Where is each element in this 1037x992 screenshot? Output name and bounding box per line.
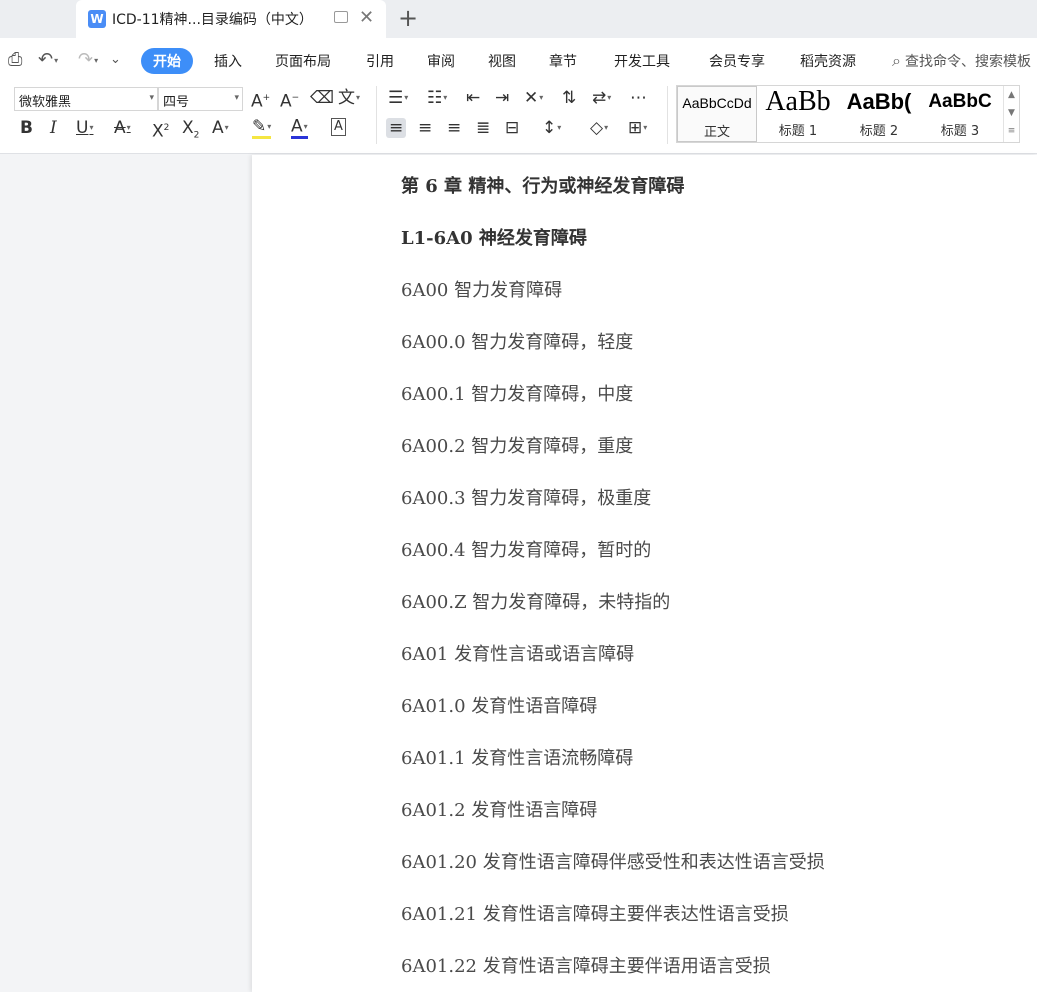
menu-developer[interactable]: 开发工具 — [614, 51, 670, 71]
strikethrough-icon[interactable]: A▾ — [114, 118, 131, 138]
shading-icon[interactable]: ◇▾ — [590, 118, 608, 138]
ruler-icon[interactable]: ⋯ — [630, 88, 647, 108]
menu-page-layout[interactable]: 页面布局 — [275, 51, 331, 71]
doc-line[interactable]: 6A01.20 发育性语言障碍伴感受性和表达性语言受损 — [401, 848, 825, 874]
writer-doc-icon: W — [88, 10, 106, 28]
style-name: 正文 — [703, 125, 730, 140]
font-name-select[interactable]: 微软雅黑 ▾ — [14, 87, 158, 111]
style-gallery: AaBbCcDd 正文 AaBb 标题 1 AaBb( 标题 2 AaBbC 标… — [676, 85, 1020, 143]
chevron-up-icon[interactable]: ▲ — [1004, 86, 1019, 104]
print-preview-icon[interactable]: ⎙ — [8, 49, 22, 70]
menu-docer[interactable]: 稻壳资源 — [800, 51, 856, 71]
decrease-indent-icon[interactable]: ⇤ — [466, 88, 480, 108]
style-sample: AaBb — [765, 86, 831, 117]
chevron-down-icon: ▾ — [149, 93, 154, 103]
document-tab-title: ICD-11精神...目录编码（中文） — [112, 12, 313, 28]
align-right-icon[interactable]: ≡ — [447, 118, 461, 138]
char-border-icon[interactable]: A — [331, 118, 346, 136]
menu-review[interactable]: 审阅 — [427, 51, 455, 71]
menu-view[interactable]: 视图 — [488, 51, 516, 71]
borders-icon[interactable]: ⊞▾ — [628, 118, 647, 138]
search-placeholder: 查找命令、搜索模板 — [904, 54, 1031, 70]
doc-line[interactable]: 6A01.2 发育性语言障碍 — [401, 796, 597, 822]
align-center-icon[interactable]: ≡ — [418, 118, 432, 138]
ribbon-divider — [667, 86, 668, 144]
menu-bar: ⎙ ↶▾ ↷▾ ⌄ 开始 插入 页面布局 引用 审阅 视图 章节 开发工具 会员… — [0, 38, 1037, 82]
style-heading-1[interactable]: AaBb 标题 1 — [758, 86, 838, 142]
style-name: 标题 2 — [859, 124, 899, 139]
chapter-heading[interactable]: 第 6 章 精神、行为或神经发育障碍 — [401, 172, 684, 198]
increase-indent-icon[interactable]: ⇥ — [495, 88, 509, 108]
style-normal[interactable]: AaBbCcDd 正文 — [677, 86, 757, 142]
doc-line[interactable]: 6A01.22 发育性语言障碍主要伴语用语言受损 — [401, 952, 771, 978]
font-color-icon[interactable]: A▾ — [291, 118, 308, 139]
undo-icon[interactable]: ↶▾ — [38, 49, 58, 70]
doc-line[interactable]: 6A01.0 发育性语音障碍 — [401, 692, 597, 718]
close-tab-icon[interactable]: ✕ — [359, 7, 374, 28]
doc-line[interactable]: 6A00.1 智力发育障碍，中度 — [401, 380, 633, 406]
gallery-scroll[interactable]: ▲ ▼ ≡ — [1003, 86, 1019, 142]
doc-line[interactable]: 6A00 智力发育障碍 — [401, 276, 562, 302]
menu-home[interactable]: 开始 — [141, 48, 193, 74]
style-sample: AaBbCcDd — [682, 95, 752, 111]
phonetic-guide-icon[interactable]: 文▾ — [338, 88, 360, 108]
style-name: 标题 3 — [940, 124, 980, 139]
doc-line[interactable]: 6A00.0 智力发育障碍，轻度 — [401, 328, 633, 354]
underline-icon[interactable]: U▾ — [76, 118, 93, 138]
bold-icon[interactable]: B — [20, 118, 33, 138]
expand-gallery-icon[interactable]: ≡ — [1004, 122, 1019, 140]
ribbon-divider — [376, 86, 377, 144]
new-tab-icon[interactable]: + — [398, 4, 418, 32]
ribbon-toolbar: 微软雅黑 ▾ 四号 ▾ A+ A− ⌫ 文▾ B I U▾ A▾ X2 X2 A… — [0, 82, 1037, 154]
doc-line[interactable]: 6A01.1 发育性言语流畅障碍 — [401, 744, 633, 770]
bullet-list-icon[interactable]: ☰▾ — [388, 88, 408, 108]
style-heading-3[interactable]: AaBbC 标题 3 — [920, 86, 1000, 142]
subscript-icon[interactable]: X2 — [182, 118, 199, 145]
command-search[interactable]: ⌕ 查找命令、搜索模板 — [892, 51, 1031, 71]
doc-line[interactable]: 6A01 发育性言语或语言障碍 — [401, 640, 634, 666]
align-left-icon[interactable]: ≡ — [386, 118, 407, 138]
menu-insert[interactable]: 插入 — [214, 51, 242, 71]
justify-icon[interactable]: ≣ — [476, 118, 490, 138]
highlight-icon[interactable]: ✎▾ — [252, 118, 272, 139]
sort-icon[interactable]: ⇅ — [562, 88, 576, 108]
menu-chapter[interactable]: 章节 — [549, 51, 577, 71]
style-sample: AaBb( — [846, 89, 912, 114]
redo-icon[interactable]: ↷▾ — [78, 49, 98, 70]
clear-format-icon[interactable]: ⌫ — [310, 88, 334, 108]
style-heading-2[interactable]: AaBb( 标题 2 — [839, 86, 919, 142]
search-icon: ⌕ — [892, 51, 901, 70]
text-effect-icon[interactable]: A▾ — [212, 118, 229, 138]
section-heading[interactable]: L1-6A0 神经发育障碍 — [401, 224, 587, 250]
style-sample: AaBbC — [928, 91, 992, 112]
menu-references[interactable]: 引用 — [366, 51, 394, 71]
doc-line[interactable]: 6A00.4 智力发育障碍，暂时的 — [401, 536, 651, 562]
font-size-select[interactable]: 四号 ▾ — [158, 87, 243, 111]
menu-member[interactable]: 会员专享 — [709, 51, 765, 71]
document-tab[interactable]: W ICD-11精神...目录编码（中文） ✕ — [76, 0, 386, 38]
show-marks-icon[interactable]: ⇄▾ — [592, 88, 611, 108]
numbered-list-icon[interactable]: ☷▾ — [427, 88, 447, 108]
chevron-down-icon[interactable]: ⌄ — [110, 52, 121, 67]
distributed-align-icon[interactable]: ⊟ — [505, 118, 519, 138]
chevron-down-icon: ▾ — [234, 93, 239, 103]
doc-line[interactable]: 6A00.Z 智力发育障碍，未特指的 — [401, 588, 670, 614]
font-name-value: 微软雅黑 — [19, 95, 72, 110]
chevron-down-icon[interactable]: ▼ — [1004, 104, 1019, 122]
doc-line[interactable]: 6A00.2 智力发育障碍，重度 — [401, 432, 633, 458]
superscript-icon[interactable]: X2 — [152, 118, 169, 142]
style-name: 标题 1 — [778, 124, 818, 139]
shrink-font-icon[interactable]: A− — [280, 88, 299, 112]
grow-font-icon[interactable]: A+ — [251, 88, 270, 112]
float-window-icon[interactable] — [334, 11, 348, 23]
line-spacing-icon[interactable]: ↕▾ — [542, 118, 561, 138]
italic-icon[interactable]: I — [50, 118, 57, 138]
doc-line[interactable]: 6A00.3 智力发育障碍，极重度 — [401, 484, 651, 510]
chinese-layout-icon[interactable]: ✕▾ — [524, 88, 543, 108]
font-size-value: 四号 — [163, 95, 190, 110]
doc-line[interactable]: 6A01.21 发育性语言障碍主要伴表达性语言受损 — [401, 900, 789, 926]
tab-bar: W ICD-11精神...目录编码（中文） ✕ + — [0, 0, 1037, 38]
